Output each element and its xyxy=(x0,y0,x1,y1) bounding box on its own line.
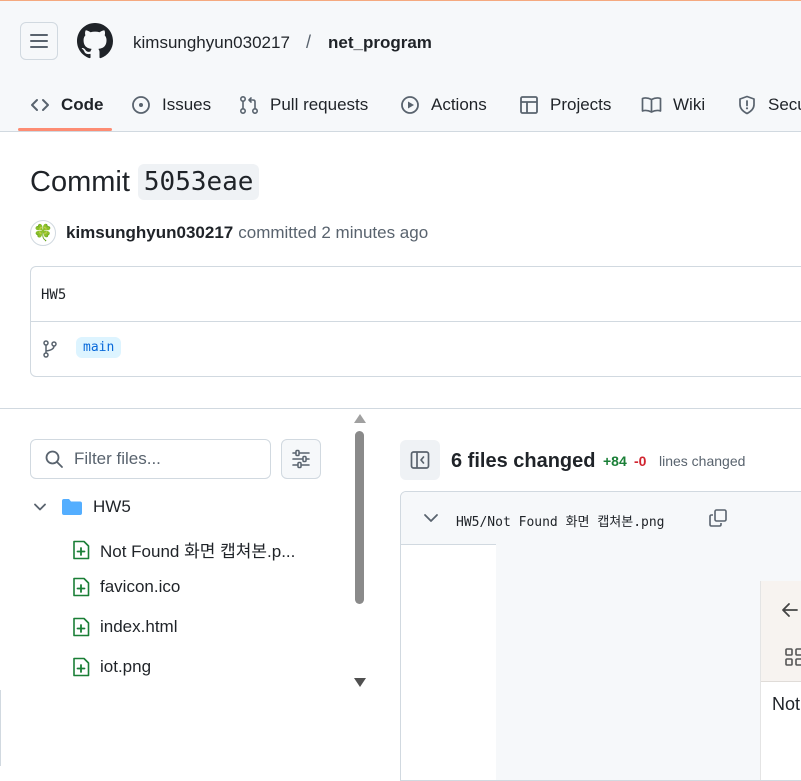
tab-projects-label: Projects xyxy=(550,95,612,114)
lines-changed-label: lines changed xyxy=(659,453,746,469)
back-arrow-icon xyxy=(782,603,798,617)
left-edge-divider xyxy=(0,690,1,766)
sliders-icon xyxy=(292,449,310,469)
tree-file-row[interactable]: favicon.ico xyxy=(72,577,180,597)
diff-file-path[interactable]: HW5/Not Found 화면 캡쳐본.png xyxy=(456,511,665,530)
table-icon xyxy=(520,96,538,114)
breadcrumb-separator: / xyxy=(306,32,312,52)
commit-sha: 5053eae xyxy=(137,164,260,200)
scrollbar-down-arrow[interactable] xyxy=(354,678,366,687)
hamburger-menu-button[interactable] xyxy=(20,22,58,60)
search-icon xyxy=(45,450,63,468)
filter-settings-button[interactable] xyxy=(281,439,321,479)
commit-title-label: Commit xyxy=(30,165,130,198)
deletions-count: -0 xyxy=(634,453,647,469)
tab-projects[interactable]: Projects xyxy=(519,81,611,129)
active-tab-underline xyxy=(18,128,112,131)
section-divider xyxy=(0,408,801,409)
hamburger-icon xyxy=(30,34,48,48)
author-name-link[interactable]: kimsunghyun030217 xyxy=(66,223,233,243)
file-added-icon xyxy=(73,657,90,677)
tab-security-label: Secu xyxy=(768,95,801,114)
sidebar-collapse-icon xyxy=(410,451,430,469)
folder-icon xyxy=(62,499,82,515)
tab-code-label: Code xyxy=(61,95,104,114)
tab-code[interactable]: Code xyxy=(30,81,104,129)
additions-count: +84 xyxy=(603,453,627,469)
tree-folder-hw5[interactable]: HW5 xyxy=(33,497,131,517)
diff-file-card: HW5/Not Found 화면 캡쳐본.png Not xyxy=(400,491,801,781)
chevron-down-icon xyxy=(34,503,46,511)
filter-files-input[interactable] xyxy=(74,449,254,469)
tab-actions[interactable]: Actions xyxy=(400,81,487,129)
tree-file-row[interactable]: index.html xyxy=(72,617,177,637)
filter-files-box[interactable] xyxy=(30,439,271,479)
tab-issues-label: Issues xyxy=(162,95,212,114)
commit-heading: Commit 5053eae xyxy=(30,164,260,200)
image-preview: Not xyxy=(760,581,801,780)
play-icon xyxy=(401,96,419,114)
tree-file-label: iot.png xyxy=(100,657,152,676)
github-logo-icon[interactable] xyxy=(77,23,113,59)
issue-opened-icon xyxy=(132,96,150,114)
commit-box-divider xyxy=(31,321,801,322)
diff-file-header: HW5/Not Found 화면 캡쳐본.png xyxy=(401,492,801,545)
chevron-down-icon[interactable] xyxy=(423,511,439,525)
tree-file-label: Not Found 화면 캡쳐본.p... xyxy=(100,542,296,561)
git-branch-icon xyxy=(43,340,57,358)
tree-file-label: index.html xyxy=(100,617,178,636)
breadcrumb-repo-link[interactable]: net_program xyxy=(328,33,432,53)
commit-message: HW5 xyxy=(41,287,67,303)
commit-time-text: committed 2 minutes ago xyxy=(238,223,429,242)
tree-file-row[interactable]: iot.png xyxy=(72,657,151,677)
tab-pull-requests[interactable]: Pull requests xyxy=(239,81,368,129)
tab-security[interactable]: Secu xyxy=(737,81,801,129)
git-pull-request-icon xyxy=(239,95,259,115)
tree-file-row[interactable]: Not Found 화면 캡쳐본.p... xyxy=(72,537,295,562)
tree-file-label: favicon.ico xyxy=(100,577,181,596)
copy-icon[interactable] xyxy=(708,508,728,528)
tree-folder-label: HW5 xyxy=(93,497,131,516)
repo-nav-tabs: Code Issues Pull requests Actions Projec… xyxy=(0,81,801,131)
scrollbar-up-arrow[interactable] xyxy=(354,414,366,423)
apps-grid-icon xyxy=(785,648,801,666)
files-changed-title: 6 files changed xyxy=(451,450,596,472)
preview-browser-bar xyxy=(761,581,801,682)
image-diff-canvas xyxy=(496,544,801,780)
shield-icon xyxy=(739,95,755,115)
tab-pull-requests-label: Pull requests xyxy=(270,95,369,114)
tab-wiki-label: Wiki xyxy=(673,95,706,114)
preview-text: Not xyxy=(772,694,801,714)
branch-label[interactable]: main xyxy=(76,337,122,358)
code-icon xyxy=(31,99,49,111)
tab-issues[interactable]: Issues xyxy=(131,81,211,129)
book-icon xyxy=(641,97,662,113)
commit-author-row: 🍀 kimsunghyun030217 committed 2 minutes … xyxy=(30,220,428,246)
scrollbar-thumb[interactable] xyxy=(355,431,364,604)
breadcrumb-owner-link[interactable]: kimsunghyun030217 xyxy=(133,33,290,53)
commit-message-box: HW5 main xyxy=(30,266,801,377)
tab-actions-label: Actions xyxy=(431,95,487,114)
tab-wiki[interactable]: Wiki xyxy=(641,81,705,129)
file-added-icon xyxy=(73,540,90,559)
repo-header: kimsunghyun030217 / net_program Code Iss… xyxy=(0,1,801,132)
file-added-icon xyxy=(73,577,90,597)
avatar[interactable]: 🍀 xyxy=(30,220,56,246)
file-added-icon xyxy=(73,617,90,637)
toggle-file-tree-button[interactable] xyxy=(400,440,440,480)
